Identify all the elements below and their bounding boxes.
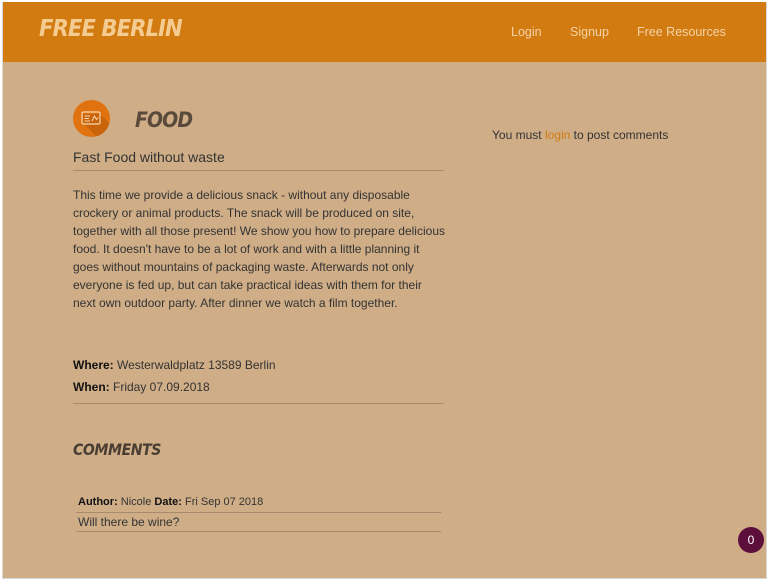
event-title: Fast Food without waste bbox=[73, 149, 225, 165]
when-label: When: bbox=[73, 380, 110, 394]
brand-logo[interactable]: FREE BERLIN bbox=[39, 16, 183, 42]
login-link[interactable]: login bbox=[545, 128, 570, 142]
comment-author: Nicole bbox=[120, 496, 152, 508]
page-frame: FREE BERLIN Login Signup Free Resources … bbox=[2, 2, 767, 579]
where-label: Where: bbox=[73, 358, 114, 372]
comment-item: Author: Nicole Date: Fri Sep 07 2018 Wil… bbox=[76, 492, 441, 532]
info-divider bbox=[73, 403, 444, 404]
where-value: Westerwaldplatz 13589 Berlin bbox=[117, 358, 276, 372]
event-where: Where: Westerwaldplatz 13589 Berlin bbox=[73, 358, 276, 372]
comment-text: Will there be wine? bbox=[76, 513, 441, 532]
category-logo-icon bbox=[73, 100, 110, 137]
event-when: When: Friday 07.09.2018 bbox=[73, 380, 210, 394]
login-prompt-suffix: to post comments bbox=[573, 128, 669, 142]
navbar: FREE BERLIN Login Signup Free Resources bbox=[3, 2, 766, 62]
nav-login-link[interactable]: Login bbox=[511, 25, 542, 39]
nav-free-resources-link[interactable]: Free Resources bbox=[637, 25, 726, 39]
comment-date: Fri Sep 07 2018 bbox=[185, 496, 264, 508]
comment-author-label: Author: bbox=[78, 496, 118, 508]
nav-signup-link[interactable]: Signup bbox=[570, 25, 609, 39]
comment-date-label: Date: bbox=[154, 496, 182, 508]
login-prompt: You must login to post comments bbox=[492, 128, 668, 142]
when-value: Friday 07.09.2018 bbox=[113, 380, 210, 394]
event-description: This time we provide a delicious snack -… bbox=[73, 188, 445, 310]
comments-heading: COMMENTS bbox=[73, 440, 161, 459]
notification-badge[interactable]: 0 bbox=[738, 527, 764, 553]
category-title: FOOD bbox=[135, 108, 193, 132]
login-prompt-prefix: You must bbox=[492, 128, 542, 142]
title-divider bbox=[73, 170, 444, 171]
comment-meta: Author: Nicole Date: Fri Sep 07 2018 bbox=[76, 492, 441, 512]
